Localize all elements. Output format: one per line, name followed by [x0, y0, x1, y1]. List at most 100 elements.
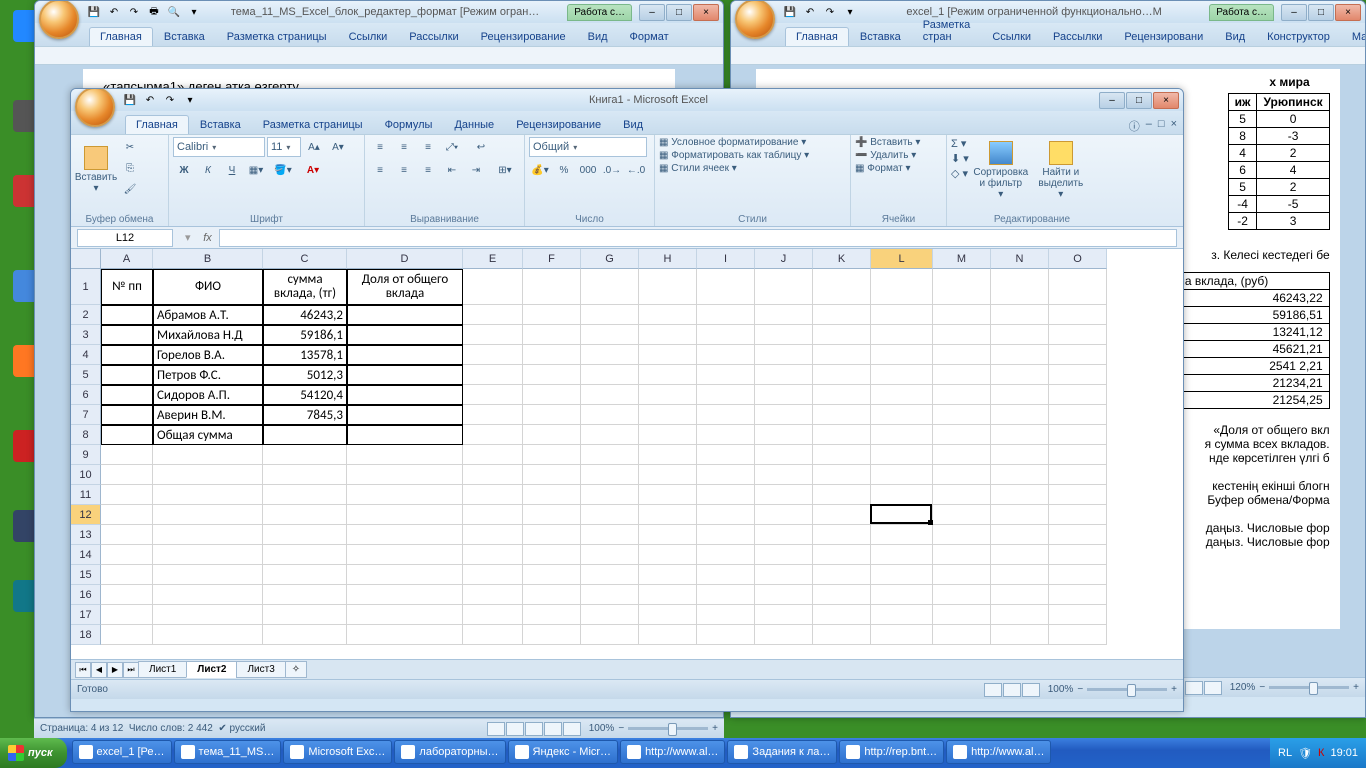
start-button[interactable]: пуск — [0, 738, 67, 768]
excel-window[interactable]: 💾 ↶ ↷ ▾ Книга1 - Microsoft Excel – □ × Г… — [70, 88, 1184, 712]
cell-F4[interactable] — [523, 345, 581, 365]
taskbar-task[interactable]: http://rep.bnt… — [839, 740, 944, 764]
cell-C18[interactable] — [263, 625, 347, 645]
cell-D3[interactable] — [347, 325, 463, 345]
cell-G7[interactable] — [581, 405, 639, 425]
cell-E12[interactable] — [463, 505, 523, 525]
cell-B14[interactable] — [153, 545, 263, 565]
taskbar-task[interactable]: http://www.al… — [620, 740, 725, 764]
cell-F18[interactable] — [523, 625, 581, 645]
office-button[interactable] — [39, 0, 79, 39]
cell-B2[interactable]: Абрамов А.Т. — [153, 305, 263, 325]
taskbar-task[interactable]: лабораторны… — [394, 740, 505, 764]
grow-font-icon[interactable]: A▴ — [303, 137, 325, 157]
col-header-M[interactable]: M — [933, 249, 991, 269]
tab-макет[interactable]: Макет — [1341, 27, 1366, 46]
cell-O17[interactable] — [1049, 605, 1107, 625]
cell-O6[interactable] — [1049, 385, 1107, 405]
col-header-O[interactable]: O — [1049, 249, 1107, 269]
cell-E18[interactable] — [463, 625, 523, 645]
col-header-L[interactable]: L — [871, 249, 933, 269]
cell-K16[interactable] — [813, 585, 871, 605]
cell-H9[interactable] — [639, 445, 697, 465]
cell-M4[interactable] — [933, 345, 991, 365]
col-header-A[interactable]: A — [101, 249, 153, 269]
qat-more-icon[interactable]: ▾ — [841, 3, 859, 21]
cell-D1[interactable]: Доля от общего вклада — [347, 269, 463, 305]
close-button[interactable]: × — [1153, 92, 1179, 109]
new-sheet-button[interactable]: ✧ — [285, 661, 307, 678]
view-normal[interactable] — [984, 683, 1002, 697]
row-header-5[interactable]: 5 — [71, 365, 101, 385]
cell-O10[interactable] — [1049, 465, 1107, 485]
cell-D7[interactable] — [347, 405, 463, 425]
workbook-minimize[interactable]: – — [1146, 118, 1152, 134]
cell-H3[interactable] — [639, 325, 697, 345]
cell-I16[interactable] — [697, 585, 755, 605]
cell-I12[interactable] — [697, 505, 755, 525]
qat-undo-icon[interactable]: ↶ — [105, 3, 123, 21]
cell-D15[interactable] — [347, 565, 463, 585]
tab-рассылки[interactable]: Рассылки — [398, 27, 469, 46]
clear-icon[interactable]: ◇ ▾ — [951, 167, 969, 180]
cell-L3[interactable] — [871, 325, 933, 345]
tab-вставка[interactable]: Вставка — [153, 27, 216, 46]
cell-F6[interactable] — [523, 385, 581, 405]
taskbar-task[interactable]: Яндекс - Micr… — [508, 740, 619, 764]
cell-J14[interactable] — [755, 545, 813, 565]
col-header-K[interactable]: K — [813, 249, 871, 269]
cell-M1[interactable] — [933, 269, 991, 305]
autosum-icon[interactable]: Σ ▾ — [951, 137, 969, 150]
cell-A2[interactable] — [101, 305, 153, 325]
cell-B8[interactable]: Общая сумма — [153, 425, 263, 445]
cell-K3[interactable] — [813, 325, 871, 345]
ruler[interactable] — [35, 47, 723, 65]
cell-A17[interactable] — [101, 605, 153, 625]
cell-M12[interactable] — [933, 505, 991, 525]
row-header-1[interactable]: 1 — [71, 269, 101, 305]
zoom-slider[interactable] — [628, 727, 708, 730]
cell-K9[interactable] — [813, 445, 871, 465]
cell-M3[interactable] — [933, 325, 991, 345]
cell-A3[interactable] — [101, 325, 153, 345]
col-header-B[interactable]: B — [153, 249, 263, 269]
cell-N1[interactable] — [991, 269, 1049, 305]
qat-undo-icon[interactable]: ↶ — [801, 3, 819, 21]
cell-L14[interactable] — [871, 545, 933, 565]
cell-H1[interactable] — [639, 269, 697, 305]
cell-I3[interactable] — [697, 325, 755, 345]
tab-рецензировани[interactable]: Рецензировани — [1113, 27, 1214, 46]
cell-F12[interactable] — [523, 505, 581, 525]
cell-A4[interactable] — [101, 345, 153, 365]
cell-G10[interactable] — [581, 465, 639, 485]
system-tray[interactable]: RL 🛡 К 19:01 — [1270, 738, 1366, 768]
align-left-icon[interactable]: ≡ — [369, 160, 391, 180]
cell-O13[interactable] — [1049, 525, 1107, 545]
taskbar-task[interactable]: Microsoft Exc… — [283, 740, 392, 764]
font-name-combo[interactable]: Calibri — [173, 137, 265, 157]
cell-G15[interactable] — [581, 565, 639, 585]
cell-G13[interactable] — [581, 525, 639, 545]
cell-J15[interactable] — [755, 565, 813, 585]
view-pagebreak[interactable] — [1022, 683, 1040, 697]
cell-G4[interactable] — [581, 345, 639, 365]
align-bot-icon[interactable]: ≡ — [417, 137, 439, 157]
cell-E10[interactable] — [463, 465, 523, 485]
cell-F5[interactable] — [523, 365, 581, 385]
find-select-button[interactable]: Найти и выделить▾ — [1033, 137, 1089, 203]
fill-color-icon[interactable]: 🪣▾ — [269, 160, 297, 180]
cell-B10[interactable] — [153, 465, 263, 485]
taskbar-task[interactable]: excel_1 [Ре… — [72, 740, 172, 764]
cell-L17[interactable] — [871, 605, 933, 625]
number-format-combo[interactable]: Общий — [529, 137, 647, 157]
sheet-tab-Лист2[interactable]: Лист2 — [186, 661, 237, 678]
cell-N2[interactable] — [991, 305, 1049, 325]
cell-O11[interactable] — [1049, 485, 1107, 505]
cell-A8[interactable] — [101, 425, 153, 445]
cell-A12[interactable] — [101, 505, 153, 525]
qat-redo-icon[interactable]: ↷ — [125, 3, 143, 21]
cell-B3[interactable]: Михайлова Н.Д — [153, 325, 263, 345]
cell-H16[interactable] — [639, 585, 697, 605]
bold-icon[interactable]: Ж — [173, 160, 195, 180]
cell-G5[interactable] — [581, 365, 639, 385]
